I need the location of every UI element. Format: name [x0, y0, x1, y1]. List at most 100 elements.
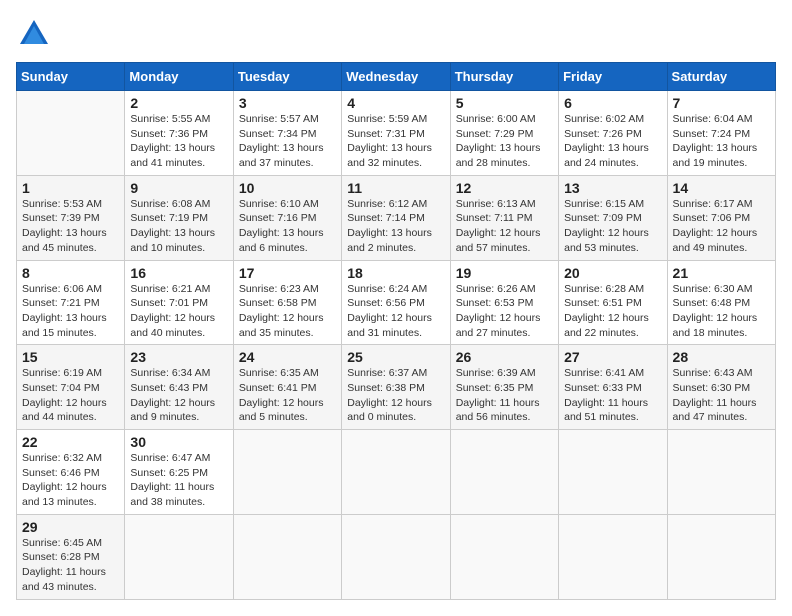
calendar-cell: 14Sunrise: 6:17 AM Sunset: 7:06 PM Dayli… — [667, 175, 775, 260]
calendar-header-thursday: Thursday — [450, 63, 558, 91]
calendar-header-saturday: Saturday — [667, 63, 775, 91]
calendar-cell — [342, 514, 450, 599]
day-number: 1 — [22, 180, 119, 196]
calendar-cell: 25Sunrise: 6:37 AM Sunset: 6:38 PM Dayli… — [342, 345, 450, 430]
day-number: 5 — [456, 95, 553, 111]
calendar-cell — [667, 430, 775, 515]
day-number: 25 — [347, 349, 444, 365]
calendar-cell: 4Sunrise: 5:59 AM Sunset: 7:31 PM Daylig… — [342, 91, 450, 176]
calendar-header-wednesday: Wednesday — [342, 63, 450, 91]
calendar-cell — [450, 514, 558, 599]
day-number: 26 — [456, 349, 553, 365]
day-number: 27 — [564, 349, 661, 365]
calendar-cell: 29Sunrise: 6:45 AM Sunset: 6:28 PM Dayli… — [17, 514, 125, 599]
day-info: Sunrise: 6:02 AM Sunset: 7:26 PM Dayligh… — [564, 112, 661, 171]
calendar-cell: 17Sunrise: 6:23 AM Sunset: 6:58 PM Dayli… — [233, 260, 341, 345]
calendar-header-monday: Monday — [125, 63, 233, 91]
day-info: Sunrise: 6:17 AM Sunset: 7:06 PM Dayligh… — [673, 197, 770, 256]
day-info: Sunrise: 6:15 AM Sunset: 7:09 PM Dayligh… — [564, 197, 661, 256]
day-info: Sunrise: 6:08 AM Sunset: 7:19 PM Dayligh… — [130, 197, 227, 256]
day-number: 6 — [564, 95, 661, 111]
day-number: 14 — [673, 180, 770, 196]
day-info: Sunrise: 6:32 AM Sunset: 6:46 PM Dayligh… — [22, 451, 119, 510]
calendar-cell: 15Sunrise: 6:19 AM Sunset: 7:04 PM Dayli… — [17, 345, 125, 430]
calendar-cell: 26Sunrise: 6:39 AM Sunset: 6:35 PM Dayli… — [450, 345, 558, 430]
day-info: Sunrise: 6:43 AM Sunset: 6:30 PM Dayligh… — [673, 366, 770, 425]
calendar-cell: 30Sunrise: 6:47 AM Sunset: 6:25 PM Dayli… — [125, 430, 233, 515]
calendar-cell: 2Sunrise: 5:55 AM Sunset: 7:36 PM Daylig… — [125, 91, 233, 176]
calendar-cell: 6Sunrise: 6:02 AM Sunset: 7:26 PM Daylig… — [559, 91, 667, 176]
day-info: Sunrise: 6:30 AM Sunset: 6:48 PM Dayligh… — [673, 282, 770, 341]
calendar-week-row: 15Sunrise: 6:19 AM Sunset: 7:04 PM Dayli… — [17, 345, 776, 430]
calendar-cell: 23Sunrise: 6:34 AM Sunset: 6:43 PM Dayli… — [125, 345, 233, 430]
day-info: Sunrise: 6:34 AM Sunset: 6:43 PM Dayligh… — [130, 366, 227, 425]
calendar-header-friday: Friday — [559, 63, 667, 91]
calendar-cell: 12Sunrise: 6:13 AM Sunset: 7:11 PM Dayli… — [450, 175, 558, 260]
calendar-cell: 7Sunrise: 6:04 AM Sunset: 7:24 PM Daylig… — [667, 91, 775, 176]
calendar-cell: 9Sunrise: 6:08 AM Sunset: 7:19 PM Daylig… — [125, 175, 233, 260]
day-number: 2 — [130, 95, 227, 111]
day-number: 3 — [239, 95, 336, 111]
day-number: 19 — [456, 265, 553, 281]
day-info: Sunrise: 6:39 AM Sunset: 6:35 PM Dayligh… — [456, 366, 553, 425]
logo-icon — [16, 16, 52, 52]
calendar-week-row: 1Sunrise: 5:53 AM Sunset: 7:39 PM Daylig… — [17, 175, 776, 260]
calendar-cell — [667, 514, 775, 599]
calendar-cell — [233, 430, 341, 515]
calendar-cell — [559, 430, 667, 515]
day-info: Sunrise: 6:19 AM Sunset: 7:04 PM Dayligh… — [22, 366, 119, 425]
calendar-cell: 22Sunrise: 6:32 AM Sunset: 6:46 PM Dayli… — [17, 430, 125, 515]
calendar-cell — [450, 430, 558, 515]
day-info: Sunrise: 6:06 AM Sunset: 7:21 PM Dayligh… — [22, 282, 119, 341]
calendar-cell: 5Sunrise: 6:00 AM Sunset: 7:29 PM Daylig… — [450, 91, 558, 176]
calendar-cell: 16Sunrise: 6:21 AM Sunset: 7:01 PM Dayli… — [125, 260, 233, 345]
calendar-cell: 18Sunrise: 6:24 AM Sunset: 6:56 PM Dayli… — [342, 260, 450, 345]
calendar-cell: 21Sunrise: 6:30 AM Sunset: 6:48 PM Dayli… — [667, 260, 775, 345]
logo — [16, 16, 56, 52]
calendar-cell: 20Sunrise: 6:28 AM Sunset: 6:51 PM Dayli… — [559, 260, 667, 345]
day-info: Sunrise: 5:57 AM Sunset: 7:34 PM Dayligh… — [239, 112, 336, 171]
day-number: 10 — [239, 180, 336, 196]
day-number: 18 — [347, 265, 444, 281]
calendar-cell: 3Sunrise: 5:57 AM Sunset: 7:34 PM Daylig… — [233, 91, 341, 176]
calendar-week-row: 8Sunrise: 6:06 AM Sunset: 7:21 PM Daylig… — [17, 260, 776, 345]
day-info: Sunrise: 6:47 AM Sunset: 6:25 PM Dayligh… — [130, 451, 227, 510]
day-number: 4 — [347, 95, 444, 111]
day-number: 20 — [564, 265, 661, 281]
day-number: 11 — [347, 180, 444, 196]
calendar-cell: 19Sunrise: 6:26 AM Sunset: 6:53 PM Dayli… — [450, 260, 558, 345]
day-number: 8 — [22, 265, 119, 281]
calendar-cell: 13Sunrise: 6:15 AM Sunset: 7:09 PM Dayli… — [559, 175, 667, 260]
day-info: Sunrise: 6:12 AM Sunset: 7:14 PM Dayligh… — [347, 197, 444, 256]
day-number: 30 — [130, 434, 227, 450]
day-number: 16 — [130, 265, 227, 281]
day-number: 22 — [22, 434, 119, 450]
day-info: Sunrise: 6:41 AM Sunset: 6:33 PM Dayligh… — [564, 366, 661, 425]
day-info: Sunrise: 5:59 AM Sunset: 7:31 PM Dayligh… — [347, 112, 444, 171]
day-info: Sunrise: 6:35 AM Sunset: 6:41 PM Dayligh… — [239, 366, 336, 425]
day-number: 15 — [22, 349, 119, 365]
calendar-week-row: 29Sunrise: 6:45 AM Sunset: 6:28 PM Dayli… — [17, 514, 776, 599]
day-number: 17 — [239, 265, 336, 281]
day-info: Sunrise: 6:24 AM Sunset: 6:56 PM Dayligh… — [347, 282, 444, 341]
calendar-cell: 27Sunrise: 6:41 AM Sunset: 6:33 PM Dayli… — [559, 345, 667, 430]
day-number: 12 — [456, 180, 553, 196]
day-info: Sunrise: 6:23 AM Sunset: 6:58 PM Dayligh… — [239, 282, 336, 341]
calendar-header-row: SundayMondayTuesdayWednesdayThursdayFrid… — [17, 63, 776, 91]
day-number: 13 — [564, 180, 661, 196]
day-number: 7 — [673, 95, 770, 111]
day-info: Sunrise: 6:21 AM Sunset: 7:01 PM Dayligh… — [130, 282, 227, 341]
calendar-week-row: 22Sunrise: 6:32 AM Sunset: 6:46 PM Dayli… — [17, 430, 776, 515]
calendar-header-tuesday: Tuesday — [233, 63, 341, 91]
calendar-week-row: 2Sunrise: 5:55 AM Sunset: 7:36 PM Daylig… — [17, 91, 776, 176]
calendar-cell: 8Sunrise: 6:06 AM Sunset: 7:21 PM Daylig… — [17, 260, 125, 345]
calendar-cell — [342, 430, 450, 515]
calendar-cell: 28Sunrise: 6:43 AM Sunset: 6:30 PM Dayli… — [667, 345, 775, 430]
day-number: 9 — [130, 180, 227, 196]
calendar-cell — [125, 514, 233, 599]
day-info: Sunrise: 5:53 AM Sunset: 7:39 PM Dayligh… — [22, 197, 119, 256]
calendar-cell: 10Sunrise: 6:10 AM Sunset: 7:16 PM Dayli… — [233, 175, 341, 260]
day-number: 21 — [673, 265, 770, 281]
page-header — [16, 16, 776, 52]
day-number: 23 — [130, 349, 227, 365]
